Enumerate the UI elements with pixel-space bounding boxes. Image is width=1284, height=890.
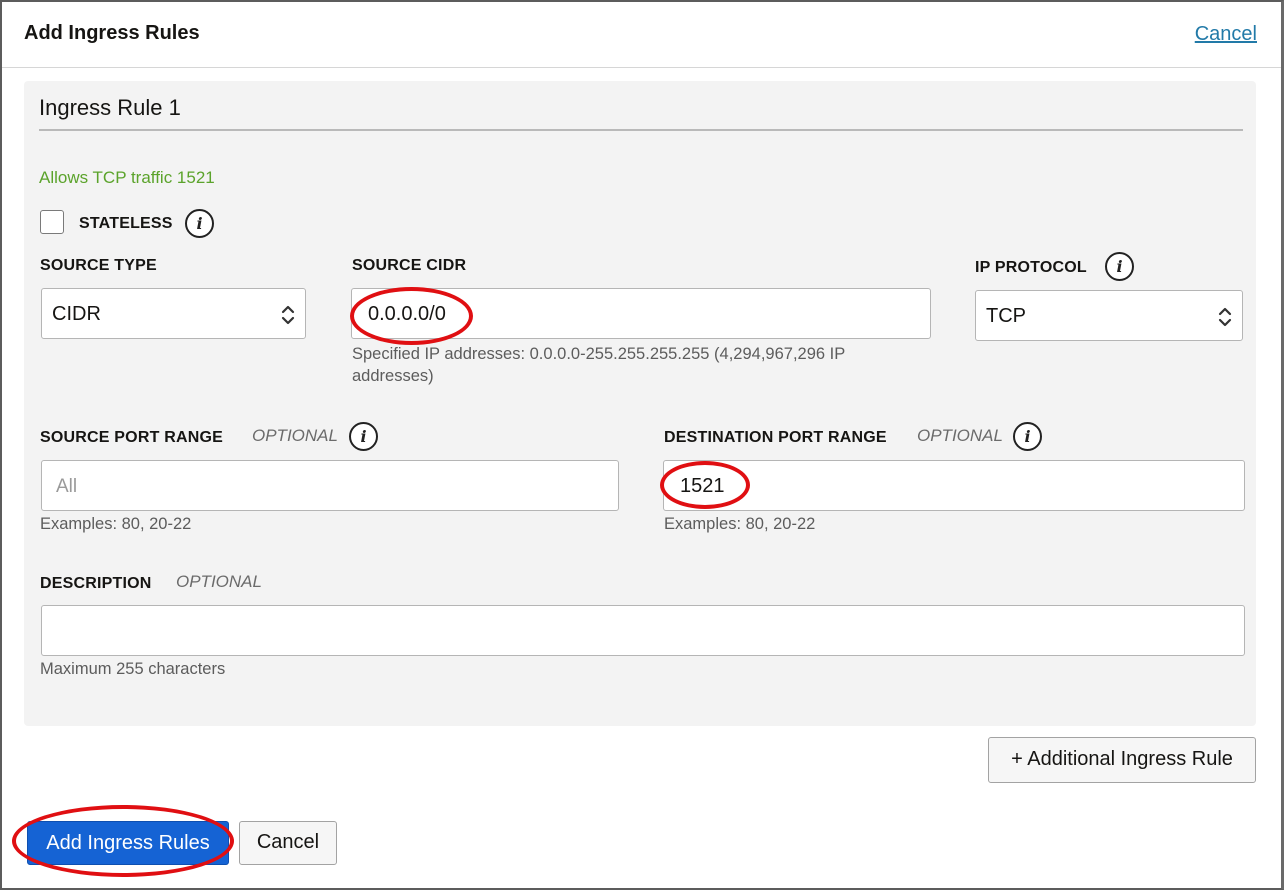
header-cancel-link[interactable]: Cancel bbox=[1195, 23, 1257, 46]
additional-ingress-rule-button[interactable]: + Additional Ingress Rule bbox=[988, 737, 1256, 783]
destination-port-range-info-icon[interactable]: i bbox=[1013, 422, 1042, 451]
description-input[interactable] bbox=[41, 605, 1245, 656]
dialog-title: Add Ingress Rules bbox=[24, 22, 200, 44]
footer-cancel-button[interactable]: Cancel bbox=[239, 821, 337, 865]
rule-summary: Allows TCP traffic 1521 bbox=[39, 168, 215, 187]
dialog-header: Add Ingress Rules Cancel bbox=[2, 2, 1281, 68]
source-type-select[interactable]: CIDR bbox=[41, 288, 306, 339]
stateless-info-icon[interactable]: i bbox=[185, 209, 214, 238]
source-type-label: SOURCE TYPE bbox=[40, 257, 157, 274]
source-port-range-input[interactable]: All bbox=[41, 460, 619, 511]
chevron-up-down-icon bbox=[1218, 307, 1232, 327]
source-port-range-helper: Examples: 80, 20-22 bbox=[40, 515, 192, 533]
ip-protocol-value: TCP bbox=[986, 305, 1026, 327]
rule-divider bbox=[39, 129, 1243, 131]
source-port-range-info-icon[interactable]: i bbox=[349, 422, 378, 451]
ip-protocol-select[interactable]: TCP bbox=[975, 290, 1243, 341]
source-cidr-label: SOURCE CIDR bbox=[352, 257, 467, 274]
destination-port-range-input[interactable]: 1521 bbox=[663, 460, 1245, 511]
destination-port-range-helper: Examples: 80, 20-22 bbox=[664, 515, 816, 533]
stateless-checkbox[interactable] bbox=[40, 210, 64, 234]
destination-port-range-label: DESTINATION PORT RANGE bbox=[664, 429, 887, 446]
source-port-range-placeholder: All bbox=[56, 476, 78, 497]
ingress-rule-panel: Ingress Rule 1 Allows TCP traffic 1521 S… bbox=[24, 81, 1256, 726]
description-optional: OPTIONAL bbox=[176, 572, 262, 591]
add-ingress-rules-dialog: Add Ingress Rules Cancel Ingress Rule 1 … bbox=[0, 0, 1284, 890]
source-cidr-helper-line2: addresses) bbox=[352, 367, 434, 385]
source-cidr-input[interactable]: 0.0.0.0/0 bbox=[351, 288, 931, 339]
source-cidr-value: 0.0.0.0/0 bbox=[368, 303, 446, 325]
add-ingress-rules-button[interactable]: Add Ingress Rules bbox=[27, 821, 229, 865]
chevron-up-down-icon bbox=[281, 305, 295, 325]
stateless-label: STATELESS bbox=[79, 215, 173, 232]
ip-protocol-label: IP PROTOCOL bbox=[975, 259, 1087, 276]
destination-port-range-optional: OPTIONAL bbox=[917, 426, 1003, 445]
rule-title: Ingress Rule 1 bbox=[39, 95, 181, 120]
description-label: DESCRIPTION bbox=[40, 575, 152, 592]
ip-protocol-info-icon[interactable]: i bbox=[1105, 252, 1134, 281]
source-port-range-optional: OPTIONAL bbox=[252, 426, 338, 445]
source-port-range-label: SOURCE PORT RANGE bbox=[40, 429, 223, 446]
destination-port-range-value: 1521 bbox=[680, 475, 725, 497]
source-type-value: CIDR bbox=[52, 303, 101, 325]
source-cidr-helper-line1: Specified IP addresses: 0.0.0.0-255.255.… bbox=[352, 345, 846, 363]
description-helper: Maximum 255 characters bbox=[40, 660, 226, 678]
